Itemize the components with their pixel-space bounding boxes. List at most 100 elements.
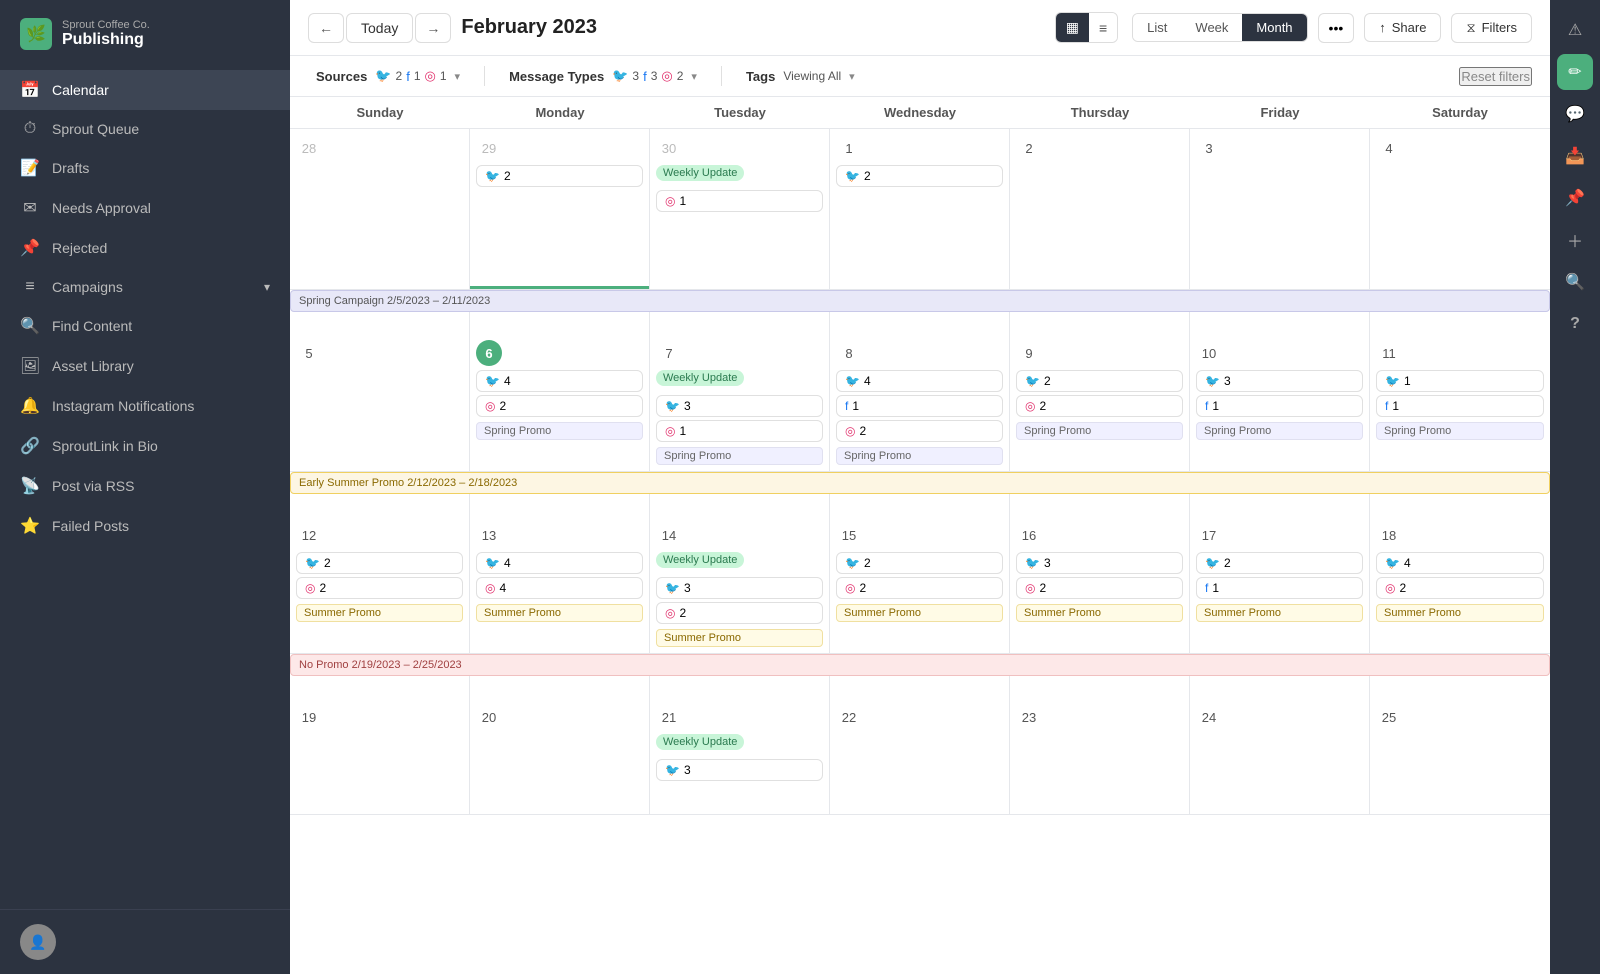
- post-badge-ig[interactable]: ◎2: [836, 420, 1003, 442]
- event-weekly-update-4[interactable]: Weekly Update: [656, 734, 744, 750]
- cal-cell-feb18[interactable]: 18 🐦4 ◎2 Summer Promo: [1370, 472, 1550, 653]
- cal-cell-feb5[interactable]: 5: [290, 290, 470, 471]
- post-badge-fb[interactable]: f1: [1376, 395, 1544, 417]
- event-weekly-update-2[interactable]: Weekly Update: [656, 370, 744, 386]
- list-view-button[interactable]: List: [1133, 14, 1181, 41]
- list-view-icon-button[interactable]: ≡: [1089, 13, 1117, 42]
- cal-cell-feb13[interactable]: 13 🐦4 ◎4 Summer Promo: [470, 472, 650, 653]
- cal-cell-feb15[interactable]: 15 🐦2 ◎2 Summer Promo: [830, 472, 1010, 653]
- prev-button[interactable]: ←: [308, 13, 344, 43]
- post-badge-tw[interactable]: 🐦2: [296, 552, 463, 574]
- user-avatar-area[interactable]: 👤: [0, 909, 290, 974]
- cal-cell-feb1[interactable]: 1 🐦 2: [830, 129, 1010, 289]
- share-button[interactable]: ↑ Share: [1364, 13, 1441, 42]
- event-weekly-update-1[interactable]: Weekly Update: [656, 165, 744, 181]
- cal-cell-feb12[interactable]: 12 🐦2 ◎2 Summer Promo: [290, 472, 470, 653]
- cal-cell-feb19[interactable]: 19: [290, 654, 470, 814]
- cal-cell-jan28[interactable]: 28: [290, 129, 470, 289]
- post-badge-tw[interactable]: 🐦2: [1016, 370, 1183, 392]
- post-badge-tw[interactable]: 🐦1: [1376, 370, 1544, 392]
- post-badge-ig[interactable]: ◎2: [1376, 577, 1544, 599]
- cal-cell-feb4[interactable]: 4: [1370, 129, 1550, 289]
- sidebar-item-campaigns[interactable]: ≡ Campaigns ▾: [0, 268, 290, 306]
- post-badge-tw[interactable]: 🐦3: [1016, 552, 1183, 574]
- sidebar-item-sproutlink[interactable]: 🔗 SproutLink in Bio: [0, 426, 290, 466]
- cal-cell-feb22[interactable]: 22: [830, 654, 1010, 814]
- cal-cell-feb25[interactable]: 25: [1370, 654, 1550, 814]
- post-badge-tw[interactable]: 🐦3: [656, 577, 823, 599]
- inbox-icon[interactable]: 📥: [1557, 138, 1593, 174]
- sidebar-item-find-content[interactable]: 🔍 Find Content: [0, 306, 290, 346]
- cal-cell-feb21[interactable]: 21 Weekly Update 🐦3: [650, 654, 830, 814]
- cal-cell-feb8[interactable]: 8 🐦4 f1 ◎2 Spring Promo: [830, 290, 1010, 471]
- grid-view-button[interactable]: ▦: [1056, 13, 1089, 42]
- sidebar-item-drafts[interactable]: 📝 Drafts: [0, 148, 290, 188]
- cal-cell-feb9[interactable]: 9 🐦2 ◎2 Spring Promo: [1010, 290, 1190, 471]
- cal-cell-feb23[interactable]: 23: [1010, 654, 1190, 814]
- post-badge-tw[interactable]: 🐦4: [1376, 552, 1544, 574]
- post-badge-fb[interactable]: f1: [1196, 395, 1363, 417]
- message-types-filter[interactable]: Message Types 🐦 3 f 3 ◎ 2 ▾: [501, 64, 705, 88]
- post-badge-ig[interactable]: ◎1: [656, 420, 823, 442]
- cal-cell-feb3[interactable]: 3: [1190, 129, 1370, 289]
- sidebar-item-instagram-notifications[interactable]: 🔔 Instagram Notifications: [0, 386, 290, 426]
- sidebar-item-failed-posts[interactable]: ⭐ Failed Posts: [0, 506, 290, 546]
- compose-icon[interactable]: ✏: [1557, 54, 1593, 90]
- cal-cell-feb11[interactable]: 11 🐦1 f1 Spring Promo: [1370, 290, 1550, 471]
- event-weekly-update-3[interactable]: Weekly Update: [656, 552, 744, 568]
- help-icon[interactable]: ?: [1557, 306, 1593, 342]
- reset-filters-button[interactable]: Reset filters: [1459, 67, 1532, 86]
- cal-cell-feb10[interactable]: 10 🐦3 f1 Spring Promo: [1190, 290, 1370, 471]
- post-badge-fb[interactable]: f1: [836, 395, 1003, 417]
- sidebar-item-asset-library[interactable]: 🖼 Asset Library: [0, 346, 290, 386]
- avatar[interactable]: 👤: [20, 924, 56, 960]
- filters-button[interactable]: ⧖ Filters: [1451, 13, 1532, 43]
- sidebar-item-sprout-queue[interactable]: ⏱ Sprout Queue: [0, 110, 290, 148]
- post-badge-tw[interactable]: 🐦3: [1196, 370, 1363, 392]
- post-badge-tw[interactable]: 🐦2: [836, 552, 1003, 574]
- cal-cell-feb2[interactable]: 2: [1010, 129, 1190, 289]
- post-badge-tw[interactable]: 🐦 2: [836, 165, 1003, 187]
- cal-cell-feb16[interactable]: 16 🐦3 ◎2 Summer Promo: [1010, 472, 1190, 653]
- post-badge-tw[interactable]: 🐦2: [1196, 552, 1363, 574]
- pin-icon[interactable]: 📌: [1557, 180, 1593, 216]
- cal-cell-feb17[interactable]: 17 🐦2 f1 Summer Promo: [1190, 472, 1370, 653]
- cal-cell-feb7[interactable]: 7 Weekly Update 🐦3 ◎1 Spring Promo: [650, 290, 830, 471]
- sources-filter[interactable]: Sources 🐦 2 f 1 ◎ 1 ▾: [308, 64, 468, 88]
- messages-icon[interactable]: 💬: [1557, 96, 1593, 132]
- alert-icon[interactable]: ⚠: [1557, 12, 1593, 48]
- post-badge-fb[interactable]: f1: [1196, 577, 1363, 599]
- post-badge-tw[interactable]: 🐦4: [836, 370, 1003, 392]
- cal-cell-feb24[interactable]: 24: [1190, 654, 1370, 814]
- post-badge-tw[interactable]: 🐦 2: [476, 165, 643, 187]
- post-badge-tw[interactable]: 🐦4: [476, 370, 643, 392]
- more-options-button[interactable]: •••: [1318, 13, 1355, 43]
- month-view-button[interactable]: Month: [1242, 14, 1306, 41]
- post-badge-tw[interactable]: 🐦3: [656, 395, 823, 417]
- post-badge-ig[interactable]: ◎2: [476, 395, 643, 417]
- cal-cell-jan30[interactable]: 30 Weekly Update ◎ 1: [650, 129, 830, 289]
- search-icon[interactable]: 🔍: [1557, 264, 1593, 300]
- post-badge-tw[interactable]: 🐦3: [656, 759, 823, 781]
- tags-filter[interactable]: Tags Viewing All ▾: [738, 65, 863, 88]
- sidebar-item-post-via-rss[interactable]: 📡 Post via RSS: [0, 466, 290, 506]
- week-view-button[interactable]: Week: [1181, 14, 1242, 41]
- today-button[interactable]: Today: [346, 13, 413, 43]
- sidebar-item-rejected[interactable]: 📌 Rejected: [0, 228, 290, 268]
- cal-cell-feb14[interactable]: 14 Weekly Update 🐦3 ◎2 Summer Promo: [650, 472, 830, 653]
- post-badge-tw[interactable]: 🐦4: [476, 552, 643, 574]
- post-badge-ig[interactable]: ◎ 1: [656, 190, 823, 212]
- sidebar-item-needs-approval[interactable]: ✉ Needs Approval: [0, 188, 290, 228]
- post-badge-ig[interactable]: ◎2: [1016, 577, 1183, 599]
- plus-icon[interactable]: ＋: [1557, 222, 1593, 258]
- next-button[interactable]: →: [415, 13, 451, 43]
- post-badge-ig[interactable]: ◎2: [656, 602, 823, 624]
- post-badge-ig[interactable]: ◎2: [1016, 395, 1183, 417]
- post-badge-ig[interactable]: ◎2: [836, 577, 1003, 599]
- sidebar-item-calendar[interactable]: 📅 Calendar: [0, 70, 290, 110]
- cal-cell-feb20[interactable]: 20: [470, 654, 650, 814]
- post-badge-ig[interactable]: ◎4: [476, 577, 643, 599]
- cal-cell-feb6[interactable]: 6 🐦4 ◎2 Spring Promo: [470, 290, 650, 471]
- post-badge-ig[interactable]: ◎2: [296, 577, 463, 599]
- cal-cell-jan29[interactable]: 29 🐦 2: [470, 129, 650, 289]
